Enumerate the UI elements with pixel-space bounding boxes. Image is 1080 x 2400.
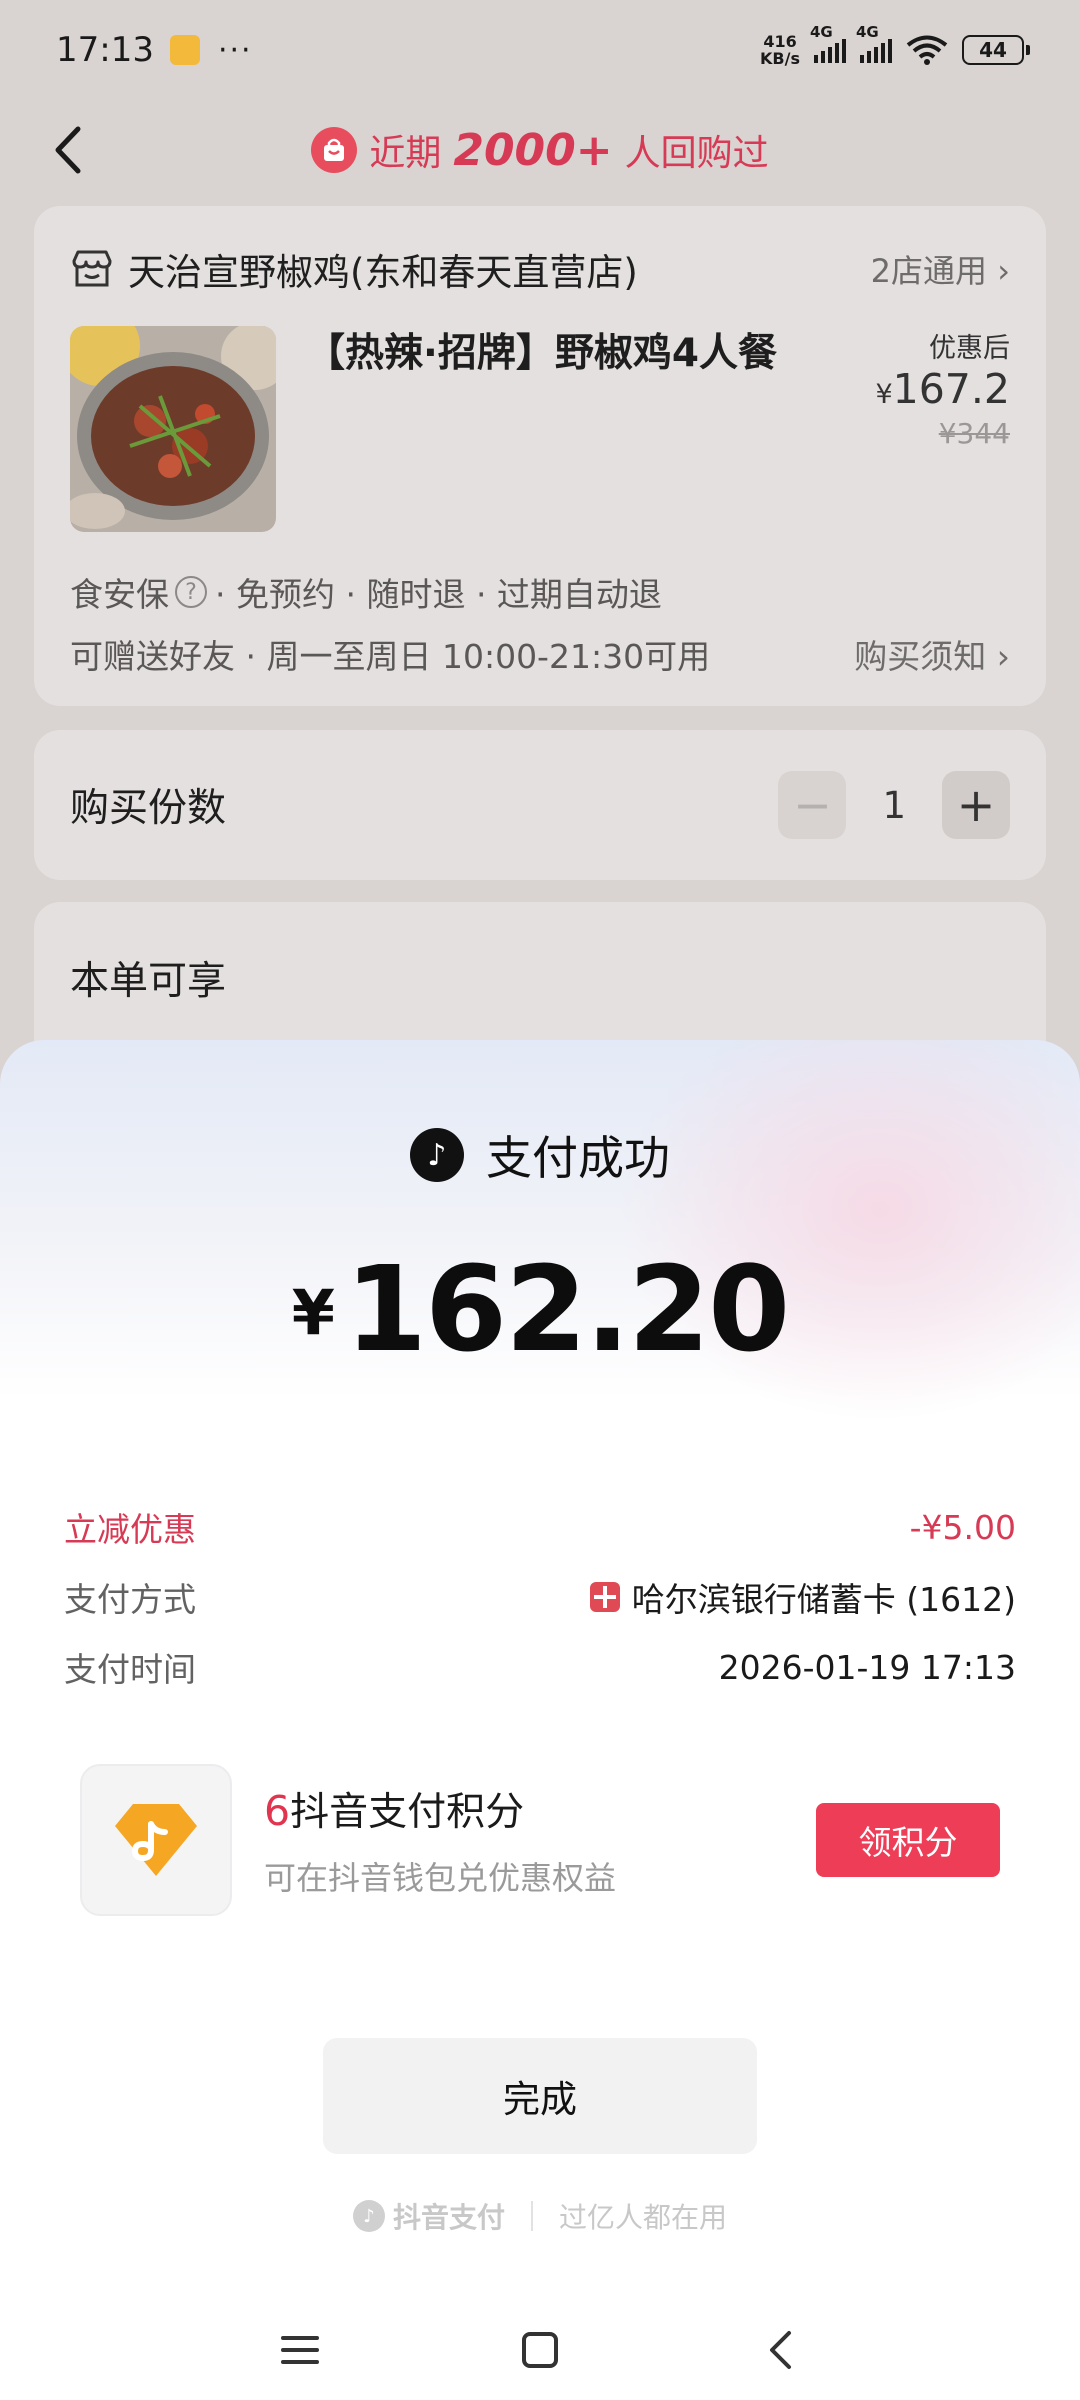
price-after-value: 167.2 (892, 365, 1010, 413)
product-prices: 优惠后¥167.2 ¥344 (798, 326, 1010, 532)
order-card: 天治宣野椒鸡(东和春天直营店) 2店通用 › 【热辣·招牌】野椒鸡4人餐 优惠后… (34, 206, 1046, 706)
system-nav-bar (0, 2300, 1080, 2400)
douyin-pay-logo-icon: ♪ (352, 2200, 385, 2232)
price-original: ¥344 (938, 417, 1010, 450)
price-after-discount: 优惠后¥167.2 (798, 326, 1010, 413)
payment-details: 立减优惠 -¥5.00 支付方式 哈尔滨银行储蓄卡 (1612) 支付时间 20… (64, 1492, 1016, 1702)
menu-icon[interactable] (270, 2320, 330, 2380)
done-button[interactable]: 完成 (323, 2038, 757, 2154)
payment-time-label: 支付时间 (64, 1650, 196, 1689)
points-subtitle: 可在抖音钱包兑优惠权益 (264, 1859, 617, 1897)
service-tags: 食安保 ? · 免预约 · 随时退 · 过期自动退 (70, 568, 1010, 616)
service-tags-rest: · 免预约 · 随时退 · 过期自动退 (215, 575, 662, 614)
decrease-button[interactable]: − (778, 771, 847, 839)
battery-icon: 44 (962, 35, 1030, 65)
payment-amount: ¥162.20 (0, 1240, 1080, 1378)
increase-button[interactable]: + (942, 771, 1010, 839)
purchase-notice-link[interactable]: 购买须知 › (854, 630, 1010, 678)
chevron-right-icon: › (997, 252, 1010, 290)
usage-hours: 可赠送好友 · 周一至周日 10:00-21:30可用 (70, 637, 711, 676)
network-speed-value: 416 (763, 32, 797, 51)
signal-type-label: 4G (810, 23, 833, 41)
benefits-label: 本单可享 (70, 959, 227, 1004)
banner-prefix: 近期 (369, 133, 442, 174)
signal-type-label-2: 4G (856, 23, 879, 41)
amount-value: 162.20 (344, 1240, 790, 1378)
top-nav: 近期 2000+ 人回购过 (0, 105, 1080, 195)
banner-number: 2000+ (453, 124, 613, 176)
product-row[interactable]: 【热辣·招牌】野椒鸡4人餐 优惠后¥167.2 ¥344 (70, 326, 1010, 532)
store-count-link[interactable]: 2店通用 › (871, 246, 1010, 292)
bank-card-icon (589, 1582, 620, 1612)
store-count-label: 2店通用 (870, 252, 988, 290)
cell-signal-icon-2: 4G (856, 23, 892, 63)
product-image (70, 326, 276, 532)
banner-suffix: 人回购过 (624, 133, 769, 174)
repurchase-banner: 近期 2000+ 人回购过 (311, 124, 769, 176)
discount-label: 立减优惠 (64, 1510, 196, 1549)
network-speed: 416 KB/s (760, 33, 800, 67)
food-safety-tag: 食安保 (70, 575, 169, 614)
more-notifications-icon: ··· (217, 32, 253, 68)
brand-footer: ♪ 抖音支付 过亿人都在用 (0, 2196, 1080, 2236)
back-arrow-icon[interactable] (40, 123, 94, 177)
status-time: 17:13 (56, 30, 154, 70)
points-reward: 6抖音支付积分 可在抖音钱包兑优惠权益 领积分 (80, 1764, 1000, 1916)
payment-time-row: 支付时间 2026-01-19 17:13 (64, 1632, 1016, 1702)
points-count: 6 (264, 1787, 291, 1835)
discount-value: -¥5.00 (909, 1507, 1016, 1547)
points-title: 6抖音支付积分 (264, 1781, 616, 1837)
network-speed-unit: KB/s (760, 49, 800, 68)
brand-name: 抖音支付 (392, 2201, 505, 2234)
payment-method-value: 哈尔滨银行储蓄卡 (1612) (589, 1573, 1016, 1621)
payment-method-label: 支付方式 (64, 1580, 196, 1619)
wifi-icon (906, 35, 948, 65)
store-icon (72, 250, 112, 287)
points-text: 6抖音支付积分 可在抖音钱包兑优惠权益 (264, 1781, 616, 1899)
payment-header: ♪ 支付成功 (0, 1122, 1080, 1188)
payment-status-title: 支付成功 (486, 1131, 670, 1185)
product-title: 【热辣·招牌】野椒鸡4人餐 (306, 331, 777, 376)
points-badge-icon (80, 1764, 232, 1916)
help-question-icon[interactable]: ? (175, 576, 207, 608)
payment-time-value: 2026-01-19 17:13 (718, 1647, 1016, 1687)
quantity-label: 购买份数 (70, 786, 227, 831)
quantity-value: 1 (882, 783, 906, 827)
douyin-logo-icon: ♪ (410, 1128, 464, 1182)
notification-app-icon (169, 35, 200, 65)
discount-row: 立减优惠 -¥5.00 (64, 1492, 1016, 1562)
chevron-right-icon: › (996, 637, 1010, 676)
home-icon[interactable] (510, 2320, 570, 2380)
usage-info: 可赠送好友 · 周一至周日 10:00-21:30可用 购买须知 › (70, 630, 1010, 678)
points-title-label: 抖音支付积分 (290, 1790, 525, 1835)
brand-slogan: 过亿人都在用 (559, 2201, 728, 2234)
purchase-notice-label: 购买须知 (854, 637, 987, 676)
quantity-card: 购买份数 − 1 + (34, 730, 1046, 880)
system-back-icon[interactable] (750, 2320, 810, 2380)
bank-card-name: 哈尔滨银行储蓄卡 (1612) (631, 1580, 1016, 1619)
store-row[interactable]: 天治宣野椒鸡(东和春天直营店) 2店通用 › (70, 242, 1010, 296)
brand-divider (531, 2201, 533, 2231)
payment-method-row: 支付方式 哈尔滨银行储蓄卡 (1612) (64, 1562, 1016, 1632)
status-bar: 17:13 ··· 416 KB/s 4G 4G 44 (0, 0, 1080, 100)
store-name: 天治宣野椒鸡(东和春天直营店) (128, 251, 638, 294)
currency-symbol: ¥ (291, 1276, 335, 1349)
brand-mark: ♪ 抖音支付 (352, 2196, 505, 2236)
payment-success-sheet: ♪ 支付成功 ¥162.20 立减优惠 -¥5.00 支付方式 哈尔滨银行储蓄卡… (0, 1040, 1080, 2400)
claim-points-button[interactable]: 领积分 (816, 1803, 1000, 1877)
quantity-stepper: − 1 + (778, 771, 1010, 839)
shopping-bag-icon (311, 127, 358, 173)
cell-signal-icon: 4G (810, 23, 846, 63)
